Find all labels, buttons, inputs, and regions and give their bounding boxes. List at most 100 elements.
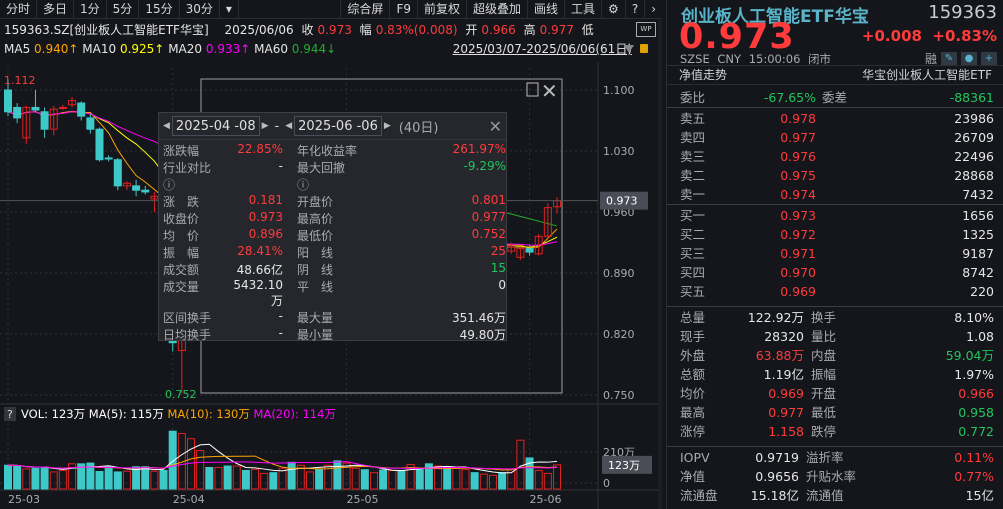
candle-body xyxy=(40,111,49,130)
ask-row-price: 0.975 xyxy=(780,168,816,183)
day-count: (40日) xyxy=(398,120,439,136)
stats-table: 总量 122.92万 换手 8.10% 现手 28320 量比 1.08 外盘 63.88万 内盘 5… xyxy=(667,306,1003,441)
start-prev-arrow-icon[interactable]: ◀ xyxy=(163,121,170,131)
ask-row-volume: 7432 xyxy=(962,187,994,202)
bid-row[interactable]: 买四 0.970 8742 xyxy=(667,263,1003,282)
popup-spacer xyxy=(357,193,417,210)
end-date-input[interactable]: 2025-06 -06 xyxy=(294,116,382,136)
volume-legend-ma20: MA(20): 114万 xyxy=(254,407,336,421)
volume-bar xyxy=(95,470,104,490)
etf-value: 0.9656 xyxy=(755,469,799,484)
bid-row[interactable]: 买二 0.972 1325 xyxy=(667,225,1003,244)
volume-bar xyxy=(516,439,525,490)
volume-bar xyxy=(498,472,507,490)
popup-spacer xyxy=(357,309,417,326)
price-tick-label: 1.030 xyxy=(603,145,635,158)
popup-label: 日均换手 xyxy=(163,328,212,342)
popup-value: 0.181 xyxy=(248,193,283,207)
bid-book: 买一 0.973 1656 买二 0.972 1325 买三 0.971 9187 买四 0.970… xyxy=(667,204,1003,301)
candle-body xyxy=(132,185,141,191)
popup-label: 成交额 xyxy=(163,263,200,277)
stats-label: 总量 xyxy=(680,310,706,325)
volume-help-icon: ? xyxy=(7,408,13,421)
volume-bar xyxy=(370,472,378,490)
bid-row[interactable]: 买三 0.971 9187 xyxy=(667,244,1003,263)
stats-label: 最低 xyxy=(811,405,837,420)
candle-body xyxy=(58,106,67,109)
range-stats-popup: ◀ 2025-04 -08 ▶ - ◀ 2025-06 -06 ▶ (40日) … xyxy=(158,112,507,343)
low-marker: 0.752 xyxy=(165,388,197,401)
selection-close-icon: ✕ xyxy=(541,79,558,103)
panel-divider[interactable] xyxy=(658,20,662,509)
ask-row-price: 0.978 xyxy=(780,111,816,126)
bid-row-price: 0.973 xyxy=(780,208,816,223)
ask-row[interactable]: 卖二 0.975 28868 xyxy=(667,166,1003,185)
ask-row-label: 卖一 xyxy=(680,187,706,202)
etf-table: IOPV 0.9719 溢折率 0.11% 净值 0.9656 升贴水率 0.77% 流通盘 15… xyxy=(667,446,1003,505)
volume-bar xyxy=(305,471,314,490)
bid-row[interactable]: 买一 0.973 1656 xyxy=(667,206,1003,225)
candle-body xyxy=(113,159,122,187)
volume-bar xyxy=(122,470,131,490)
volume-bar xyxy=(269,472,278,490)
order-ratio-row: 委比 -67.65% 委差 -88361 xyxy=(667,88,1003,107)
etf-value: 15亿 xyxy=(965,488,994,503)
volume-tick-label: 0 xyxy=(603,477,610,490)
ask-row-price: 0.976 xyxy=(780,149,816,164)
popup-label: 区间换手 xyxy=(163,311,212,325)
stats-row: 现手 28320 量比 1.08 xyxy=(667,327,1003,346)
stats-value: 0.772 xyxy=(958,424,994,439)
ask-row[interactable]: 卖四 0.977 26709 xyxy=(667,128,1003,147)
etf-row: 流通盘 15.18亿 流通值 15亿 xyxy=(667,486,1003,505)
price-tick-label: 1.100 xyxy=(603,84,635,97)
volume-bar xyxy=(31,467,40,490)
ask-row-volume: 23986 xyxy=(954,111,994,126)
start-next-arrow-icon[interactable]: ▶ xyxy=(262,121,269,131)
end-next-arrow-icon[interactable]: ▶ xyxy=(384,121,391,131)
ask-row[interactable]: 卖三 0.976 22496 xyxy=(667,147,1003,166)
volume-bar xyxy=(434,465,443,490)
bid-row-volume: 9187 xyxy=(962,246,994,261)
bid-row-volume: 1325 xyxy=(962,227,994,242)
stats-label: 总额 xyxy=(680,367,706,382)
candle-body xyxy=(525,248,534,253)
quote-time: 15:00:06 xyxy=(748,52,801,66)
chart-panel: 分时 多日 1分 5分 15分 30分 ▾ 综合屏 F9 前复权 超级叠加 画线… xyxy=(0,0,662,509)
price-tick-label: 0.820 xyxy=(603,328,635,341)
bid-row[interactable]: 买五 0.969 220 xyxy=(667,282,1003,301)
alert-bell-icon[interactable]: ● xyxy=(961,51,977,66)
candle-body xyxy=(4,89,12,113)
candle-body xyxy=(31,106,40,111)
stats-label: 振幅 xyxy=(811,367,837,382)
popup-stats-grid: 涨跌幅 22.85% 年化收益率 261.97% 行业对比 ⓘ - 最大回撤 ⓘ -9.29%… xyxy=(159,140,506,343)
stats-label: 涨停 xyxy=(680,424,706,439)
ask-row[interactable]: 卖一 0.974 7432 xyxy=(667,185,1003,204)
add-plus-icon[interactable]: + xyxy=(981,51,997,66)
popup-spacer xyxy=(357,227,417,244)
nav-trend-row[interactable]: 净值走势 华宝创业板人工智能ETF xyxy=(667,65,1003,85)
stats-value: 1.158 xyxy=(768,424,804,439)
popup-label: 最高价 xyxy=(297,212,334,226)
date-label: 25-04 xyxy=(173,493,205,506)
quote-panel: 创业板人工智能ETF华宝 159363 0.973 +0.008 +0.83% … xyxy=(666,0,1003,509)
ask-row[interactable]: 卖五 0.978 23986 xyxy=(667,109,1003,128)
volume-bar xyxy=(443,467,452,490)
popup-label: 阴 线 xyxy=(297,263,334,277)
ask-row-label: 卖三 xyxy=(680,149,706,164)
popup-label: 涨跌幅 xyxy=(163,144,200,158)
close-icon[interactable]: ✕ xyxy=(489,117,502,136)
high-marker: 1.112 xyxy=(4,74,36,87)
stats-label: 开盘 xyxy=(811,386,837,401)
popup-label: 开盘价 xyxy=(297,195,334,209)
end-prev-arrow-icon[interactable]: ◀ xyxy=(285,121,292,131)
edit-pencil-icon[interactable]: ✎ xyxy=(941,51,957,66)
currency: CNY xyxy=(717,52,742,66)
stats-label: 量比 xyxy=(811,329,837,344)
bid-row-price: 0.972 xyxy=(780,227,816,242)
start-date-input[interactable]: 2025-04 -08 xyxy=(171,116,260,136)
change-value: +0.008 xyxy=(861,27,922,45)
popup-value: -9.29% xyxy=(463,159,506,173)
volume-bar xyxy=(278,467,287,490)
ask-row-label: 卖四 xyxy=(680,130,706,145)
stats-label: 均价 xyxy=(680,386,706,401)
